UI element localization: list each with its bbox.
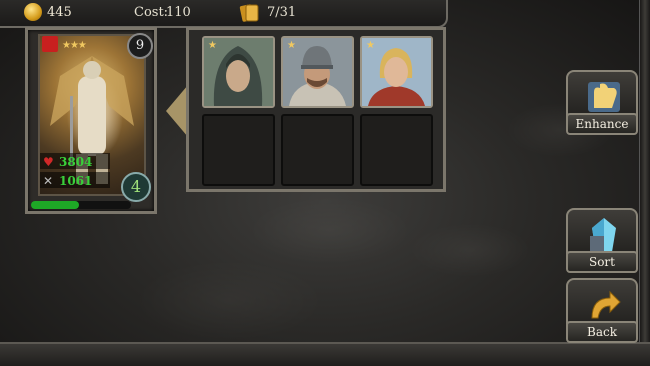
cost-value: 110 (166, 5, 191, 20)
leader-xp-fill (31, 201, 79, 209)
back-label: Back (566, 321, 638, 343)
leader-card[interactable]: ★★★ 9 ♥ ✕ 3804 1061 4 (25, 27, 157, 214)
coin-icon (24, 3, 42, 21)
right-frame (639, 0, 650, 366)
bottom-frame (0, 342, 650, 366)
card-count: 7/31 (267, 5, 297, 20)
sort-label: Sort (566, 251, 638, 273)
back-button[interactable]: Back (566, 278, 638, 348)
slot-star: ★ (208, 40, 217, 51)
sort-crystal-icon (590, 218, 616, 252)
coin-count: 445 (47, 5, 72, 20)
enhance-label: Enhance (566, 113, 638, 135)
dragon-flag-icon (42, 36, 58, 52)
sort-button[interactable]: Sort (566, 208, 638, 278)
leader-xp-bar (31, 201, 131, 209)
enhance-button[interactable]: Enhance (566, 70, 638, 140)
cards-icon (239, 4, 259, 22)
angel-knight-illustration (50, 56, 134, 184)
back-arrow-icon (591, 290, 621, 319)
deck-slot-4[interactable] (202, 114, 275, 186)
slot-star: ★ (366, 40, 375, 51)
leader-level: 9 (127, 33, 153, 59)
slot-star: ★ (287, 40, 296, 51)
heart-icon: ♥ (43, 155, 54, 169)
deck-panel: ★ ★ ★ (186, 27, 446, 192)
enhance-hand-icon (588, 82, 620, 112)
deck-slot-3[interactable]: ★ (360, 36, 433, 108)
cost-label: Cost: (134, 5, 169, 20)
deck-slot-1[interactable]: ★ (202, 36, 275, 108)
deck-slot-2[interactable]: ★ (281, 36, 354, 108)
deck-slot-6[interactable] (360, 114, 433, 186)
leader-cost: 4 (121, 172, 151, 202)
leader-stars: ★★★ (62, 40, 87, 51)
leader-attack: 1061 (59, 174, 93, 188)
crossed-swords-icon: ✕ (43, 174, 54, 188)
deck-pointer-arrow (166, 85, 188, 137)
resource-bar: 445 Cost: 110 7/31 (0, 0, 448, 28)
deck-slot-5[interactable] (281, 114, 354, 186)
leader-hp: 3804 (59, 155, 93, 169)
